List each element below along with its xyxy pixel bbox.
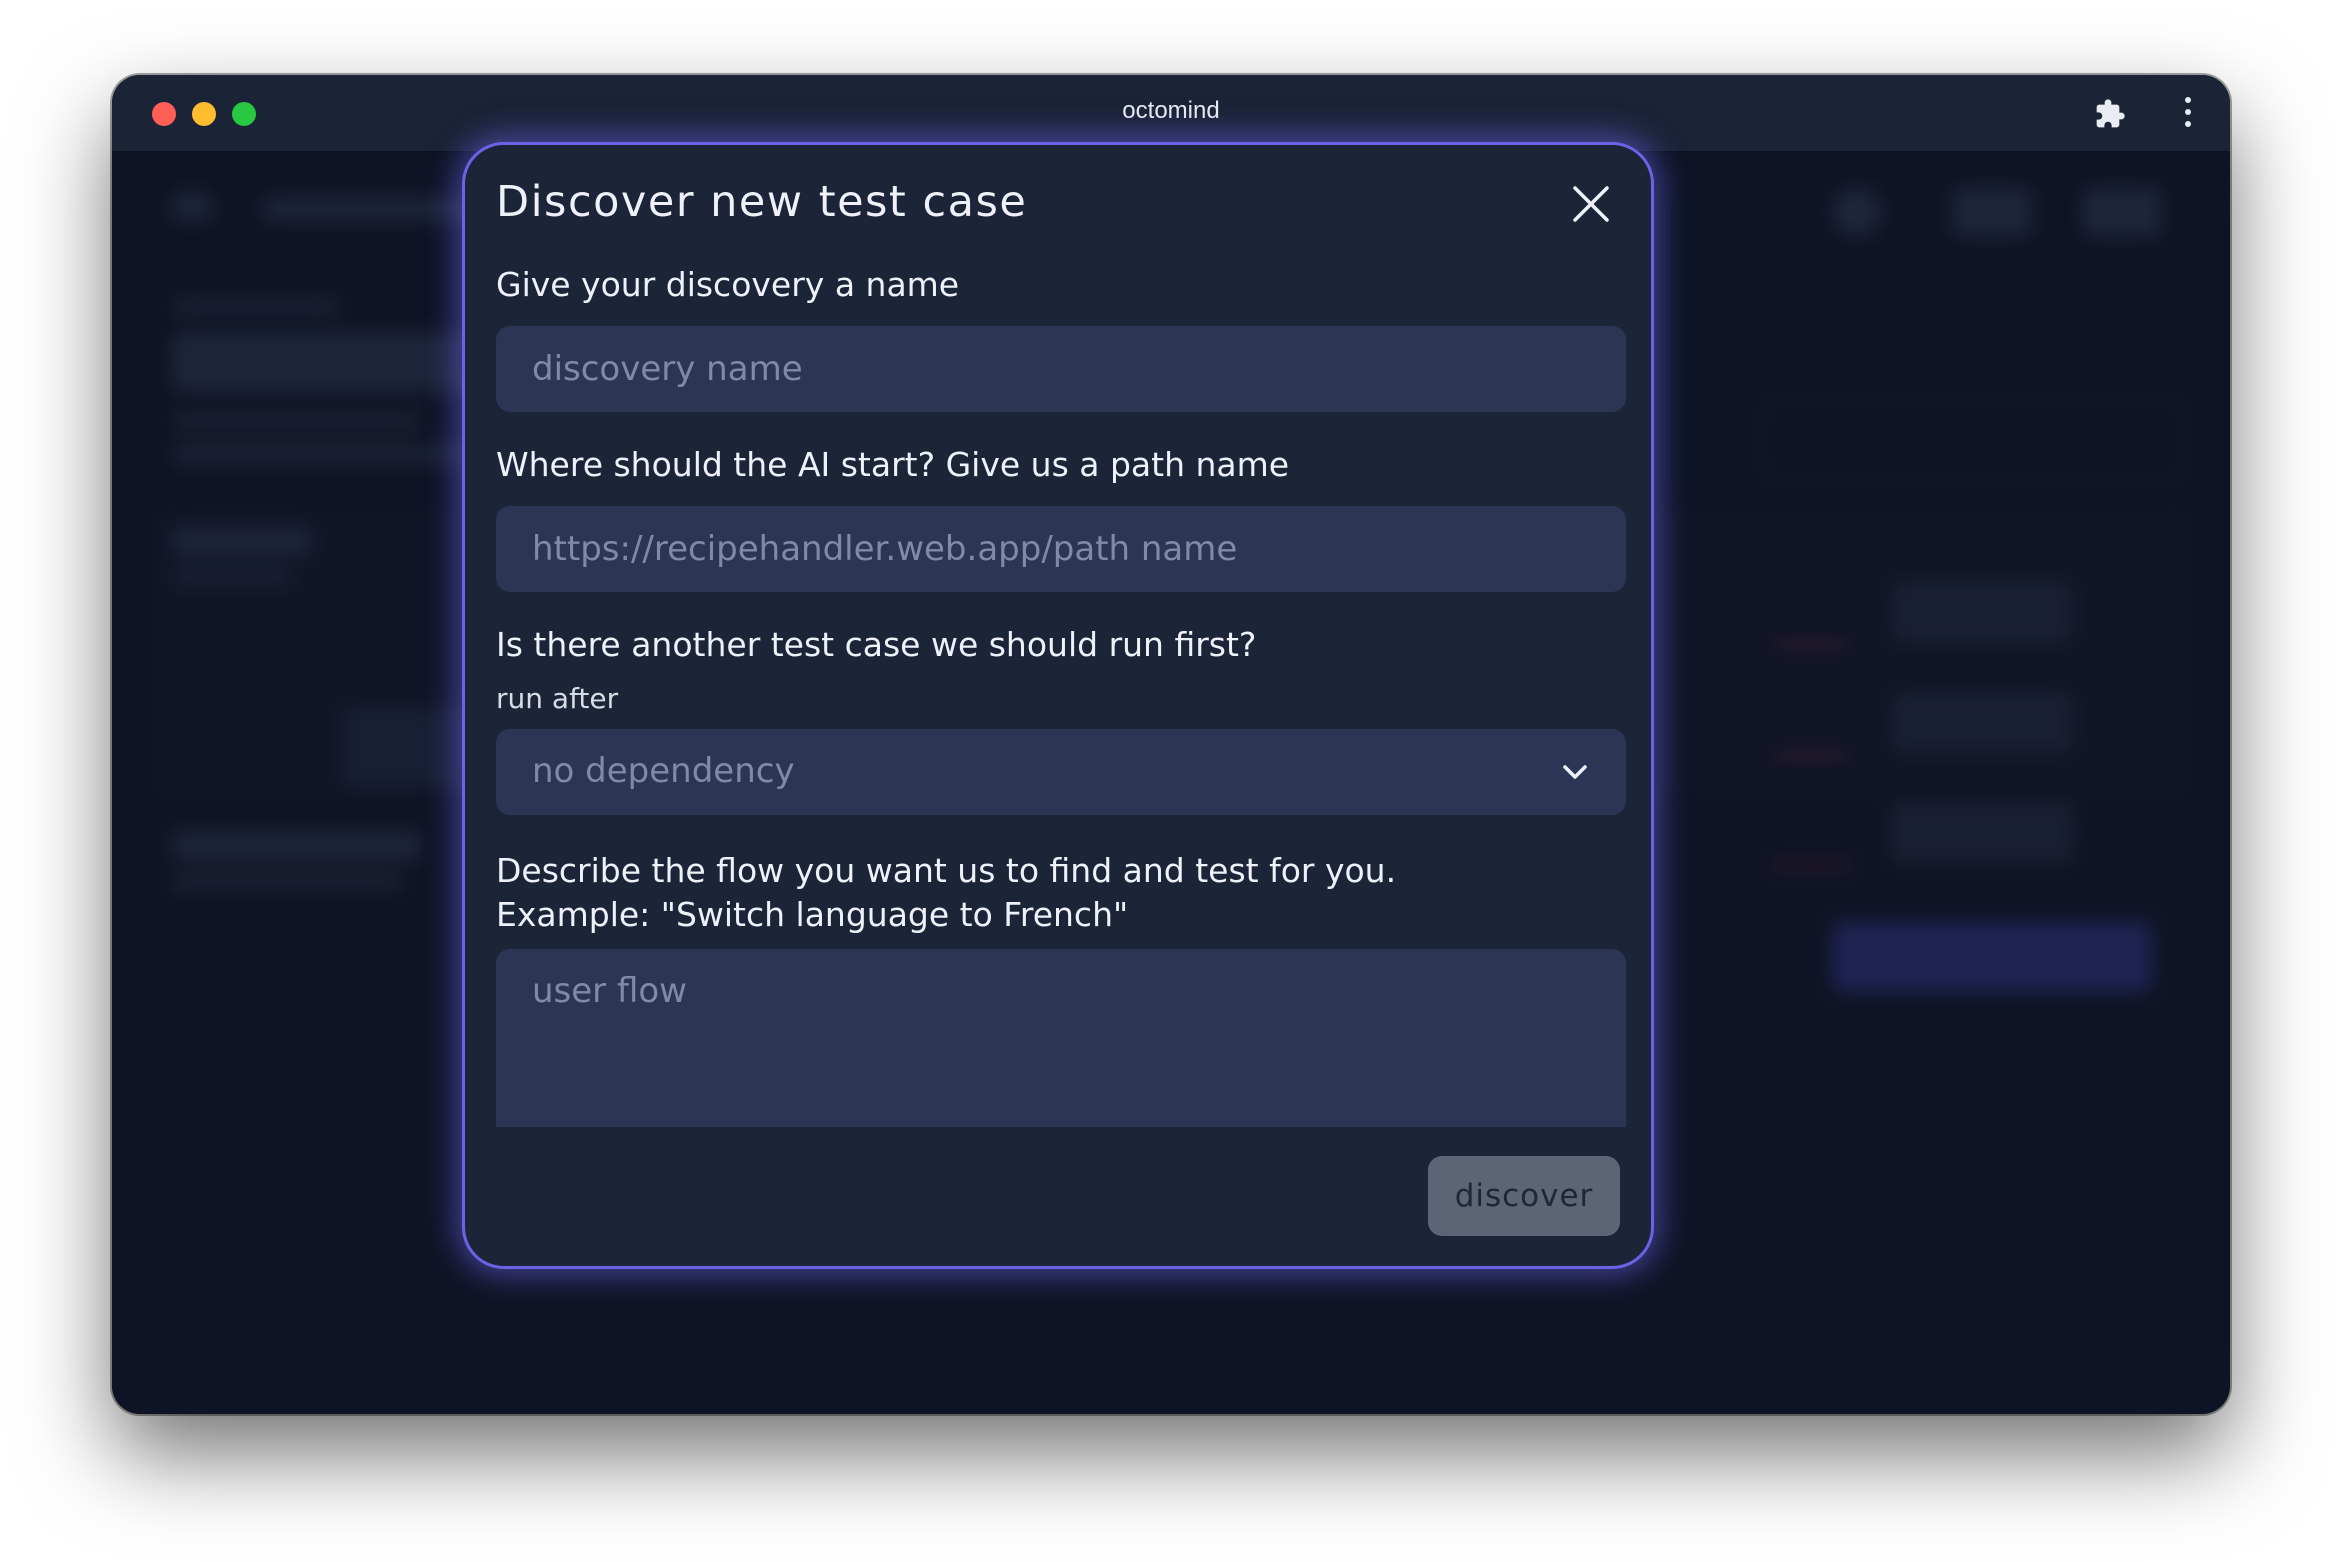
user-flow-textarea[interactable] [496,949,1626,1127]
flow-label-line1: Describe the flow you want us to find an… [496,851,1397,890]
dependency-select[interactable]: no dependency [496,729,1626,815]
puzzle-icon[interactable] [2094,98,2126,130]
discover-button[interactable]: discover [1428,1156,1620,1236]
discover-dialog: Discover new test case Give your discove… [462,142,1654,1269]
more-vertical-icon[interactable] [2182,97,2194,131]
path-label: Where should the AI start? Give us a pat… [496,445,1290,484]
window-title: octomind [1122,97,1220,124]
name-label: Give your discovery a name [496,265,960,304]
discovery-name-input[interactable] [496,326,1626,412]
flow-label-example: Example: "Switch language to French" [496,895,1129,934]
close-icon[interactable] [1569,182,1613,226]
chevron-down-icon [1563,765,1587,779]
app-window: octomind Discover new test case Give you… [112,75,2230,1414]
path-name-input[interactable] [496,506,1626,592]
dialog-title: Discover new test case [496,177,1028,227]
dependency-select-value: no dependency [532,751,795,791]
title-bar: octomind [112,75,2230,152]
dependency-label: Is there another test case we should run… [496,625,1257,664]
run-after-label: run after [496,682,619,715]
